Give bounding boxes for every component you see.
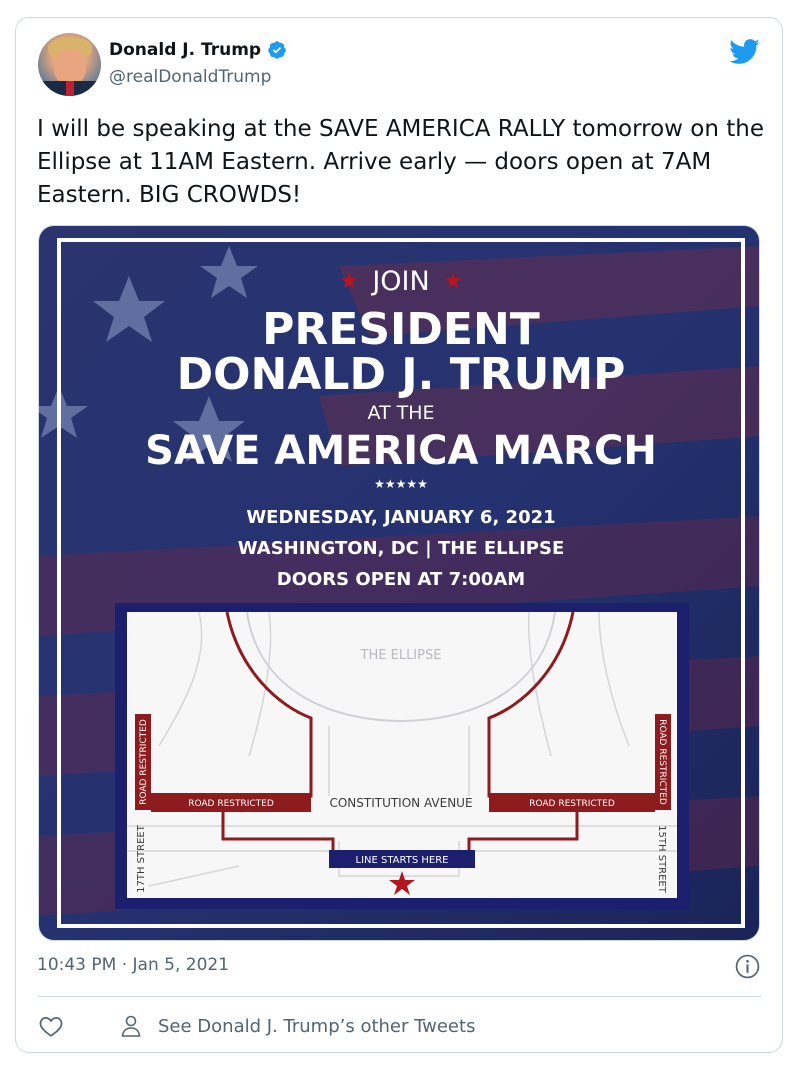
poster-event-name: SAVE AMERICA MARCH bbox=[145, 428, 657, 474]
author-name-row[interactable]: Donald J. Trump bbox=[109, 40, 287, 60]
display-name[interactable]: Donald J. Trump bbox=[109, 40, 261, 60]
twitter-bird-icon[interactable] bbox=[728, 38, 760, 65]
tweet-media-image[interactable]: ★ ★ JOIN PRESIDENT DONALD J. TRUMP AT TH… bbox=[38, 225, 760, 941]
join-star-right: ★ bbox=[443, 269, 463, 294]
see-other-tweets-link[interactable]: See Donald J. Trump’s other Tweets bbox=[158, 1016, 475, 1037]
tweet-card: Donald J. Trump @realDonaldTrump I will … bbox=[15, 17, 783, 1053]
poster-headline-line2: DONALD J. TRUMP bbox=[177, 349, 626, 400]
person-icon[interactable] bbox=[120, 1014, 142, 1038]
join-star-left: ★ bbox=[339, 269, 359, 294]
poster-doors: DOORS OPEN AT 7:00AM bbox=[277, 569, 525, 590]
poster-date: WEDNESDAY, JANUARY 6, 2021 bbox=[246, 507, 555, 528]
road-restricted-vertical-left-label: ROAD RESTRICTED bbox=[139, 719, 149, 805]
road-restricted-vertical-right-label: ROAD RESTRICTED bbox=[657, 719, 667, 805]
constitution-avenue-label: CONSTITUTION AVENUE bbox=[329, 796, 472, 810]
poster-join: JOIN bbox=[370, 266, 429, 297]
tweet-timestamp[interactable]: 10:43 PM · Jan 5, 2021 bbox=[37, 955, 229, 975]
poster-headline-line1: PRESIDENT bbox=[262, 304, 540, 355]
tweet-actions: See Donald J. Trump’s other Tweets bbox=[38, 1011, 475, 1041]
rally-map: ROAD RESTRICTED ROAD RESTRICTED ROAD RES… bbox=[115, 603, 689, 909]
tweet-text: I will be speaking at the SAVE AMERICA R… bbox=[37, 116, 764, 208]
poster-location: WASHINGTON, DC | THE ELLIPSE bbox=[238, 538, 565, 559]
road-restricted-right-label: ROAD RESTRICTED bbox=[529, 799, 615, 809]
verified-badge-icon bbox=[268, 41, 286, 59]
info-icon[interactable] bbox=[735, 954, 760, 979]
street-15th-label: 15TH STREET bbox=[656, 825, 667, 894]
line-starts-here-label: LINE STARTS HERE bbox=[356, 855, 449, 866]
street-17th-label: 17TH STREET bbox=[136, 824, 147, 893]
rally-poster: ★ ★ JOIN PRESIDENT DONALD J. TRUMP AT TH… bbox=[39, 226, 759, 940]
poster-at-the: AT THE bbox=[367, 402, 434, 424]
heart-icon[interactable] bbox=[38, 1013, 64, 1039]
road-restricted-left-label: ROAD RESTRICTED bbox=[188, 799, 274, 809]
ellipse-label: THE ELLIPSE bbox=[360, 648, 442, 663]
divider bbox=[38, 996, 761, 997]
author-handle[interactable]: @realDonaldTrump bbox=[109, 67, 271, 87]
poster-stars: ★★★★★ bbox=[374, 477, 428, 491]
avatar[interactable] bbox=[38, 33, 101, 96]
